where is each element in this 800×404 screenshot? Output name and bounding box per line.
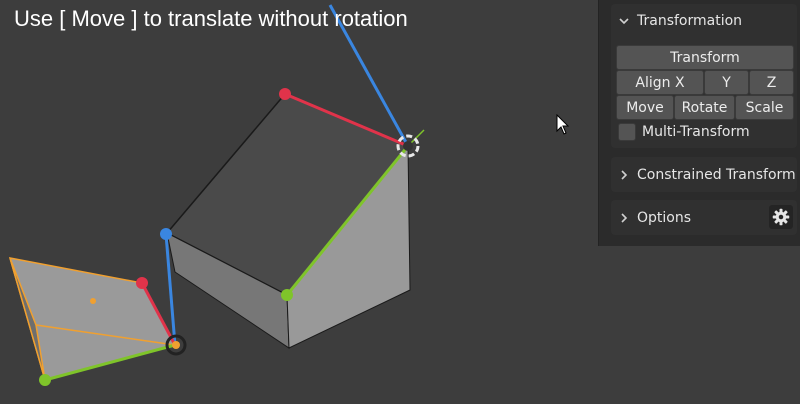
rotate-button[interactable]: Rotate [674,95,735,120]
small-object-origin [90,298,96,304]
scale-button[interactable]: Scale [735,95,794,120]
constrained-transform-header[interactable]: Constrained Transform [611,157,797,192]
constrained-transform-section: Constrained Transform [611,157,797,192]
gizmo-origin-inner [403,141,413,151]
x-axis-handle[interactable] [279,88,291,100]
align-x-button[interactable]: Align X [616,70,704,95]
transformation-title: Transformation [637,12,743,29]
tutorial-caption: Use [ Move ] to translate without rotati… [14,6,408,31]
small-y-axis-handle[interactable] [39,374,51,386]
options-section: Options [611,200,797,235]
move-button[interactable]: Move [616,95,674,120]
transform-button[interactable]: Transform [616,45,794,70]
multi-transform-option[interactable]: Multi-Transform [618,122,750,142]
small-x-axis-handle[interactable] [136,277,148,289]
gear-icon [772,208,790,226]
chevron-down-icon [611,15,637,27]
align-z-button[interactable]: Z [749,70,794,95]
multi-transform-checkbox[interactable] [618,123,636,141]
options-settings-button[interactable] [769,205,793,229]
constrained-transform-title: Constrained Transform [637,166,796,183]
y-axis-handle[interactable] [281,289,293,301]
small-object[interactable] [8,257,177,381]
transformation-header[interactable]: Transformation [611,4,797,37]
small-z-axis-handle[interactable] [160,228,172,240]
options-title: Options [637,209,692,226]
chevron-right-icon [611,212,637,224]
chevron-right-icon [611,169,637,181]
align-y-button[interactable]: Y [704,70,749,95]
sidebar-panel: Transformation Transform Align X Y Z Mov… [598,0,800,246]
transformation-section: Transformation Transform Align X Y Z Mov… [611,4,797,148]
small-gizmo-origin-inner [172,341,180,349]
small-object-face [8,257,177,381]
mouse-cursor-icon [556,114,570,135]
multi-transform-label: Multi-Transform [642,124,750,140]
